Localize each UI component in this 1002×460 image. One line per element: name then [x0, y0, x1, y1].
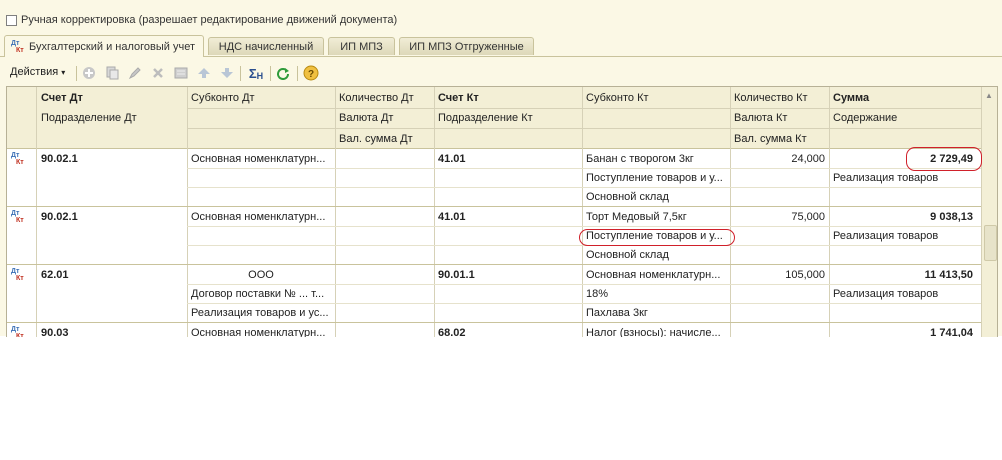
- row-divider: [187, 226, 981, 227]
- manual-adjust-label: Ручная корректировка (разрешает редактир…: [21, 14, 398, 26]
- content-cell[interactable]: Реализация товаров: [829, 284, 981, 303]
- col-qty-kt[interactable]: Количество Кт: [730, 87, 829, 108]
- sub-kt-cell[interactable]: Основная номенклатурн...: [582, 265, 730, 284]
- qty-kt-cell[interactable]: 24,000: [730, 149, 829, 168]
- scroll-up-icon[interactable]: ▲: [985, 91, 993, 100]
- col-acc-dt[interactable]: Счет Дт: [37, 87, 187, 108]
- refresh-icon[interactable]: [275, 65, 291, 81]
- scroll-thumb[interactable]: [984, 225, 997, 261]
- posting-row-icon: Дт Кт: [11, 267, 24, 282]
- toolbar-separator: [76, 66, 77, 81]
- sub-kt-cell[interactable]: Основной склад: [582, 187, 730, 206]
- dt-kt-icon: Дт Кт: [11, 39, 24, 54]
- edit-icon[interactable]: [127, 65, 143, 81]
- col-currency-kt[interactable]: Валюта Кт: [730, 108, 829, 128]
- col-sub-dt[interactable]: Субконто Дт: [187, 87, 335, 108]
- table-header: Счет Дт Субконто Дт Количество Дт Счет К…: [7, 87, 981, 149]
- post-icon[interactable]: [173, 65, 189, 81]
- col-cur-sum-kt[interactable]: Вал. сумма Кт: [730, 128, 829, 149]
- col-sum[interactable]: Сумма: [829, 87, 981, 108]
- row-divider: [187, 303, 981, 304]
- add-icon[interactable]: [81, 65, 97, 81]
- postings-table: Счет Дт Субконто Дт Количество Дт Счет К…: [6, 86, 998, 337]
- col-content[interactable]: Содержание: [829, 108, 981, 128]
- tab-accounting[interactable]: Дт Кт Бухгалтерский и налоговый учет: [4, 35, 204, 57]
- sum-cell[interactable]: 1 741,04: [829, 323, 981, 338]
- posting-row-icon: Дт Кт: [11, 325, 24, 338]
- sub-kt-cell[interactable]: Банан с творогом 3кг: [582, 149, 730, 168]
- qty-kt-cell[interactable]: 75,000: [730, 207, 829, 226]
- col-currency-dt[interactable]: Валюта Дт: [335, 108, 434, 128]
- sum-icon[interactable]: ΣН: [246, 65, 266, 81]
- acc-dt-cell[interactable]: 90.02.1: [37, 149, 187, 168]
- col-acc-kt[interactable]: Счет Кт: [434, 87, 582, 108]
- manual-adjust-checkbox[interactable]: [6, 14, 17, 26]
- sub-kt-cell[interactable]: Поступление товаров и у...: [582, 168, 730, 187]
- delete-icon[interactable]: [150, 65, 166, 81]
- col-cur-sum-dt[interactable]: Вал. сумма Дт: [335, 128, 434, 149]
- highlight-oval: [579, 229, 735, 246]
- dropdown-arrow-icon: ▾: [61, 67, 66, 77]
- tab-ip-mpz[interactable]: ИП МПЗ: [328, 37, 395, 55]
- row-divider: [187, 284, 981, 285]
- sub-kt-cell[interactable]: Основной склад: [582, 245, 730, 264]
- sum-cell[interactable]: 9 038,13: [829, 207, 981, 226]
- acc-kt-cell[interactable]: 90.01.1: [434, 265, 582, 284]
- tab-ip-mpz-shipped[interactable]: ИП МПЗ Отгруженные: [399, 37, 534, 55]
- tab-accounting-label: Бухгалтерский и налоговый учет: [29, 40, 196, 53]
- toolbar-separator: [297, 66, 298, 81]
- acc-kt-cell[interactable]: 41.01: [434, 149, 582, 168]
- acc-dt-cell[interactable]: 90.02.1: [37, 207, 187, 226]
- svg-text:?: ?: [308, 69, 314, 80]
- tab-vat[interactable]: НДС начисленный: [208, 37, 324, 55]
- toolbar-separator: [240, 66, 241, 81]
- col-qty-dt[interactable]: Количество Дт: [335, 87, 434, 108]
- acc-kt-cell[interactable]: 68.02: [434, 323, 582, 338]
- sub-dt-cell[interactable]: ООО: [187, 265, 335, 284]
- copy-icon[interactable]: [104, 65, 120, 81]
- tab-ip-mpz-shipped-label: ИП МПЗ Отгруженные: [409, 40, 524, 53]
- toolbar: Действия ▾ ΣН ?: [0, 62, 1002, 84]
- acc-dt-cell[interactable]: 62.01: [37, 265, 187, 284]
- qty-kt-cell[interactable]: 105,000: [730, 265, 829, 284]
- acc-dt-cell[interactable]: 90.03: [37, 323, 187, 338]
- actions-label: Действия: [10, 66, 59, 78]
- vertical-scrollbar[interactable]: ▲: [981, 87, 997, 337]
- sum-cell[interactable]: 11 413,50: [829, 265, 981, 284]
- grid-line: [335, 87, 336, 337]
- sub-dt-cell[interactable]: Реализация товаров и ус...: [187, 303, 335, 322]
- sub-kt-cell[interactable]: Налог (взносы): начисле...: [582, 323, 730, 338]
- sub-kt-cell[interactable]: Пахлава 3кг: [582, 303, 730, 322]
- actions-menu[interactable]: Действия ▾: [10, 66, 65, 78]
- posting-row-icon: Дт Кт: [11, 151, 24, 166]
- sub-dt-cell[interactable]: Основная номенклатурн...: [187, 207, 335, 226]
- move-up-icon[interactable]: [196, 65, 212, 81]
- acc-kt-cell[interactable]: 41.01: [434, 207, 582, 226]
- sub-dt-cell[interactable]: Основная номенклатурн...: [187, 323, 335, 338]
- tab-ip-mpz-label: ИП МПЗ: [340, 40, 383, 53]
- content-cell[interactable]: Реализация товаров: [829, 226, 981, 245]
- header-divider: [187, 108, 981, 109]
- tab-bar: Дт Кт Бухгалтерский и налоговый учет НДС …: [0, 35, 1002, 57]
- row-divider: [187, 168, 981, 169]
- help-icon[interactable]: ?: [303, 65, 319, 81]
- row-divider: [187, 187, 981, 188]
- header-divider: [187, 128, 981, 129]
- sub-dt-cell[interactable]: Основная номенклатурн...: [187, 149, 335, 168]
- col-sub-kt[interactable]: Субконто Кт: [582, 87, 730, 108]
- col-dept-dt[interactable]: Подразделение Дт: [37, 108, 187, 128]
- sub-kt-cell[interactable]: Торт Медовый 7,5кг: [582, 207, 730, 226]
- document-form: Ручная корректировка (разрешает редактир…: [0, 0, 1002, 337]
- highlight-oval: [906, 147, 982, 171]
- toolbar-separator: [270, 66, 271, 81]
- manual-adjust-row[interactable]: Ручная корректировка (разрешает редактир…: [6, 12, 397, 28]
- move-down-icon[interactable]: [219, 65, 235, 81]
- sub-dt-cell[interactable]: Договор поставки № ... т...: [187, 284, 335, 303]
- tab-vat-label: НДС начисленный: [218, 40, 314, 53]
- posting-row-icon: Дт Кт: [11, 209, 24, 224]
- col-dept-kt[interactable]: Подразделение Кт: [434, 108, 582, 128]
- sub-kt-cell[interactable]: 18%: [582, 284, 730, 303]
